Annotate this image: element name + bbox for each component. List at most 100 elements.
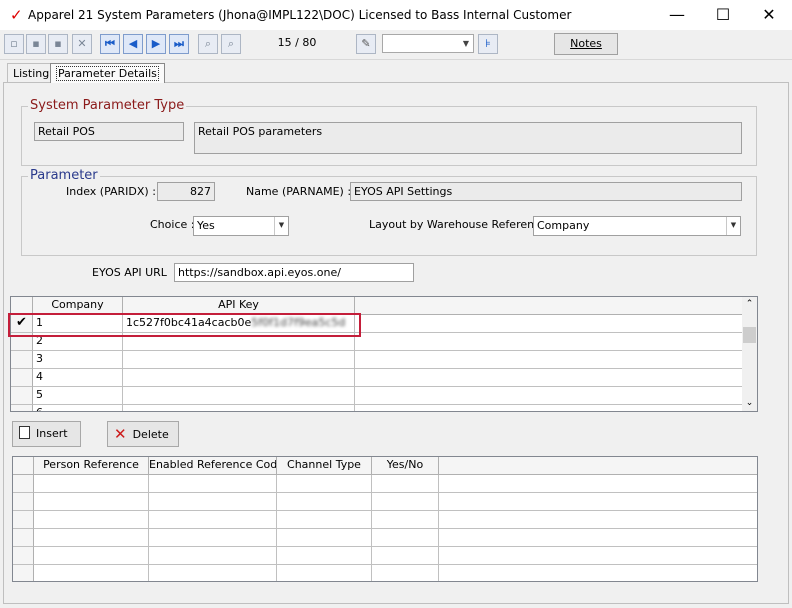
person-grid-cell[interactable] [149, 475, 277, 493]
next-record-icon[interactable]: ▶ [146, 34, 166, 54]
company-cell[interactable]: 6 [33, 405, 123, 411]
person-grid-cell[interactable] [372, 565, 439, 581]
api-key-cell[interactable] [123, 387, 355, 405]
cancel-icon[interactable]: ✕ [72, 34, 92, 54]
enabled-reference-code-column-header[interactable]: Enabled Reference Code [149, 457, 277, 475]
chevron-down-icon[interactable]: ▼ [274, 217, 288, 235]
person-grid-cell[interactable] [372, 511, 439, 529]
tree-icon[interactable]: ⊧ [478, 34, 498, 54]
company-cell[interactable]: 4 [33, 369, 123, 387]
first-record-icon[interactable]: ⏮ [100, 34, 120, 54]
new-record-icon[interactable]: ▫ [4, 34, 24, 54]
row-indicator[interactable] [13, 529, 34, 547]
row-indicator[interactable] [13, 493, 34, 511]
person-grid-cell[interactable] [34, 565, 149, 581]
find-icon[interactable]: ⌕ [221, 34, 241, 54]
person-grid-cell [439, 529, 757, 547]
grid-header-filler [439, 457, 757, 475]
company-cell[interactable]: 3 [33, 351, 123, 369]
filler-cell [355, 405, 742, 411]
parameter-type-description-field: Retail POS parameters [194, 122, 742, 154]
save-all-icon[interactable]: ▪ [48, 34, 68, 54]
maximize-button[interactable]: ☐ [700, 0, 746, 30]
chevron-down-icon[interactable]: ▼ [459, 35, 473, 52]
delete-label: Delete [132, 428, 169, 441]
person-grid-cell[interactable] [277, 547, 372, 565]
parameter-type-code-field: Retail POS [34, 122, 184, 141]
person-grid-cell[interactable] [149, 547, 277, 565]
window-title: Apparel 21 System Parameters (Jhona@IMPL… [28, 8, 572, 22]
person-grid-cell[interactable] [34, 529, 149, 547]
person-grid-cell [439, 565, 757, 581]
company-cell[interactable]: 5 [33, 387, 123, 405]
person-grid-cell[interactable] [277, 493, 372, 511]
previous-record-icon[interactable]: ◀ [123, 34, 143, 54]
filler-cell [355, 315, 742, 333]
person-grid-cell[interactable] [372, 475, 439, 493]
x-icon: ✕ [114, 425, 127, 443]
close-button[interactable]: ✕ [746, 0, 792, 30]
scroll-down-icon[interactable]: ⌄ [742, 396, 757, 411]
delete-button[interactable]: ✕ Delete [107, 421, 179, 447]
choice-label: Choice : [150, 218, 195, 231]
chevron-down-icon[interactable]: ▼ [726, 217, 740, 235]
person-grid[interactable]: Person Reference Enabled Reference Code … [12, 456, 758, 582]
filler-cell [355, 387, 742, 405]
channel-type-column-header[interactable]: Channel Type [277, 457, 372, 475]
person-reference-column-header[interactable]: Person Reference [34, 457, 149, 475]
tab-listing[interactable]: Listing [7, 63, 56, 83]
person-grid-cell[interactable] [277, 475, 372, 493]
person-grid-cell[interactable] [277, 565, 372, 581]
person-grid-cell [439, 493, 757, 511]
person-grid-cell[interactable] [372, 529, 439, 547]
tab-parameter-details[interactable]: Parameter Details [50, 63, 165, 83]
scroll-up-icon[interactable]: ⌃ [742, 297, 757, 312]
row-indicator[interactable] [11, 351, 33, 369]
yes-no-column-header[interactable]: Yes/No [372, 457, 439, 475]
person-grid-cell[interactable] [149, 493, 277, 511]
minimize-button[interactable]: — [654, 0, 700, 30]
person-grid-cell[interactable] [372, 547, 439, 565]
person-grid-cell[interactable] [149, 565, 277, 581]
filler-cell [355, 351, 742, 369]
choice-select[interactable]: Yes ▼ [193, 216, 289, 236]
api-key-cell[interactable] [123, 405, 355, 411]
grid-header-filler [355, 297, 742, 315]
row-indicator[interactable] [11, 387, 33, 405]
person-grid-cell[interactable] [277, 529, 372, 547]
row-indicator[interactable] [13, 565, 34, 581]
check-edit-icon[interactable]: ✎ [356, 34, 376, 54]
selected-row-highlight [8, 313, 361, 337]
row-indicator[interactable] [11, 369, 33, 387]
api-url-label: EYOS API URL [92, 266, 167, 279]
last-record-icon[interactable]: ⏭ [169, 34, 189, 54]
grid-corner [13, 457, 34, 475]
person-grid-cell[interactable] [149, 529, 277, 547]
app-logo-icon: ✓ [10, 6, 23, 24]
person-grid-cell[interactable] [34, 475, 149, 493]
insert-button[interactable]: Insert [12, 421, 81, 447]
system-parameter-type-legend: System Parameter Type [28, 98, 187, 113]
notes-button[interactable]: Notes [554, 33, 618, 55]
filler-cell [355, 369, 742, 387]
row-indicator[interactable] [13, 511, 34, 529]
parameter-legend: Parameter [28, 168, 100, 183]
row-indicator[interactable] [13, 547, 34, 565]
person-grid-cell[interactable] [34, 511, 149, 529]
api-key-cell[interactable] [123, 369, 355, 387]
api-url-input[interactable]: https://sandbox.api.eyos.one/ [174, 263, 414, 282]
api-key-cell[interactable] [123, 351, 355, 369]
scroll-thumb[interactable] [743, 327, 756, 343]
save-icon[interactable]: ▪ [26, 34, 46, 54]
row-indicator[interactable] [13, 475, 34, 493]
row-indicator[interactable] [11, 405, 33, 411]
person-grid-cell[interactable] [149, 511, 277, 529]
person-grid-cell[interactable] [372, 493, 439, 511]
layout-select[interactable]: Company ▼ [533, 216, 741, 236]
print-preview-icon[interactable]: ⌕ [198, 34, 218, 54]
company-grid-scrollbar[interactable]: ⌃ ⌄ [742, 297, 757, 411]
person-grid-cell[interactable] [277, 511, 372, 529]
filter-combo[interactable]: ▼ [382, 34, 474, 53]
person-grid-cell[interactable] [34, 547, 149, 565]
person-grid-cell[interactable] [34, 493, 149, 511]
